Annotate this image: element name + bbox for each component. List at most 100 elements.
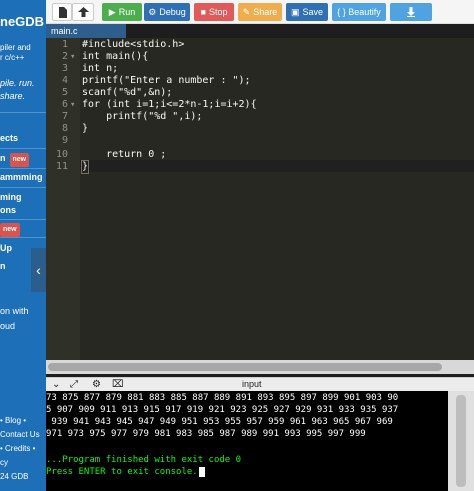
sidebar-item-label: n [0,153,6,163]
line-number: 8 [61,123,68,134]
line-number: 6 [61,99,68,110]
line-number: 10 [55,149,68,160]
sidebar-item-new-2[interactable]: new [0,222,42,237]
gear-icon[interactable]: ⚙ [92,379,101,390]
share-icon: ✎ [242,6,251,17]
sidebar-item-new-1[interactable]: n new [0,152,46,167]
debug-label: Debug [159,7,186,17]
save-button[interactable]: ▣ Save [286,3,328,21]
share-button[interactable]: ✎ Share [238,3,282,21]
run-button[interactable]: ▶ Run [102,3,142,21]
code-line-2: int main(){ [82,51,149,62]
fold-arrow-icon[interactable]: ▾ [70,100,75,110]
download-button[interactable] [390,3,432,21]
chevron-down-icon[interactable]: ⌄ [52,379,60,390]
line-number: 5 [61,87,68,98]
collapse-sidebar-button[interactable]: ‹ [31,248,46,292]
new-file-button[interactable] [52,3,72,21]
save-label: Save [302,7,324,17]
code-line-5: scanf("%d",&n); [82,87,173,98]
line-number: 1 [61,39,68,50]
sidebar-item-ming[interactable]: ming [0,191,46,203]
file-tab-bar: main.c [46,24,474,38]
promo-line-2: oud [0,321,16,331]
beautify-button[interactable]: { } Beautify [332,3,386,21]
upload-icon [77,7,89,17]
divider [0,168,46,169]
terminal-cursor [198,466,205,477]
line-number: 3 [61,63,68,74]
promo-line-1: on with [0,306,29,316]
expand-icon[interactable]: ⤢ [70,379,78,390]
tab-main-c[interactable]: main.c [46,24,126,38]
console-vertical-scrollbar[interactable] [448,391,474,491]
line-number: 2 [61,51,68,62]
footer-copyright: 24 GDB [0,472,29,481]
play-icon: ▶ [108,6,116,17]
scrollbar-thumb[interactable] [48,363,442,371]
divider [0,237,46,238]
code-line-4: printf("Enter a number : "); [82,75,251,86]
output-line: 939 941 943 945 947 949 951 953 955 957 … [46,417,393,427]
new-badge: new [9,153,30,167]
tagline-line-1: pile. run. [0,78,35,88]
console-input-label[interactable]: input [242,379,262,389]
prompt-line: Press ENTER to exit console. [46,466,205,478]
output-line: 5 907 909 911 913 915 917 919 921 923 92… [46,405,399,415]
code-line-11: } [80,160,90,174]
line-number: 4 [61,75,68,86]
code-line-8: } [82,123,89,134]
divider [0,112,46,113]
bug-icon: ⚙ [148,6,157,17]
console-toolbar: ⌄ ⤢ ⚙ ⌧ input [46,377,474,391]
divider [0,148,46,149]
active-line-highlight [80,160,474,172]
sidebar-item-ons[interactable]: ons [0,204,46,216]
divider [0,187,46,188]
line-number: 7 [61,111,68,122]
console-output[interactable]: 73 875 877 879 881 883 885 887 889 891 8… [46,391,448,491]
line-number: 9 [61,135,68,146]
editor-horizontal-scrollbar[interactable] [46,360,474,374]
divider [0,219,46,220]
footer-privacy-link[interactable]: cy [0,456,8,469]
footer-contact-link[interactable]: Contact Us [0,428,40,441]
exit-message: ...Program finished with exit code 0 [46,455,242,465]
new-badge: new [0,223,20,237]
brand-title[interactable]: neGDB [0,14,46,29]
subtitle-line-1: piler and [0,43,31,52]
save-icon: ▣ [290,6,300,17]
code-line-3: int n; [82,63,119,74]
output-line: 73 875 877 879 881 883 885 887 889 891 8… [46,393,399,403]
footer-blog-link[interactable]: • Blog • [0,414,26,427]
prompt-text: Press ENTER to exit console. [46,467,198,477]
clear-console-icon[interactable]: ⌧ [112,379,124,390]
code-line-6: for (int i=1;i<=2*n-1;i=i+2){ [82,99,257,110]
chevron-left-icon: ‹ [36,262,41,278]
code-line-7: printf("%d ",i); [82,111,203,122]
debug-button[interactable]: ⚙ Debug [144,3,190,21]
sidebar-item-programming[interactable]: ammming [0,171,46,183]
stop-button[interactable]: ■ Stop [194,3,234,21]
subtitle-line-2: r c/c++ [0,53,25,62]
download-icon [407,7,415,17]
upload-button[interactable] [72,3,94,21]
scrollbar-thumb[interactable] [456,395,466,487]
sidebar-item-projects[interactable]: ects [0,132,46,144]
tagline-line-2: share. [0,91,26,101]
share-label: Share [253,7,278,17]
code-line-10: return 0 ; [82,149,167,160]
run-label: Run [118,7,136,17]
stop-icon: ■ [200,7,206,17]
beautify-label: { } Beautify [337,7,381,17]
output-line: 971 973 975 977 979 981 983 985 987 989 … [46,429,366,439]
footer-credits-link[interactable]: • Credits • [0,442,35,455]
line-number: 11 [55,161,68,172]
fold-arrow-icon[interactable]: ▾ [70,52,75,62]
code-editor[interactable]: 1 2 ▾ 3 4 5 6 ▾ 7 8 9 10 11 #include<std… [46,38,474,360]
stop-label: Stop [208,7,228,17]
code-line-1: #include<stdio.h> [82,39,185,50]
toolbar: ▶ Run ⚙ Debug ■ Stop ✎ Share ▣ Save { } Beaut… [46,0,474,24]
file-icon [58,6,67,18]
sidebar: neGDB piler and r c/c++ pile. run. share… [0,0,46,491]
